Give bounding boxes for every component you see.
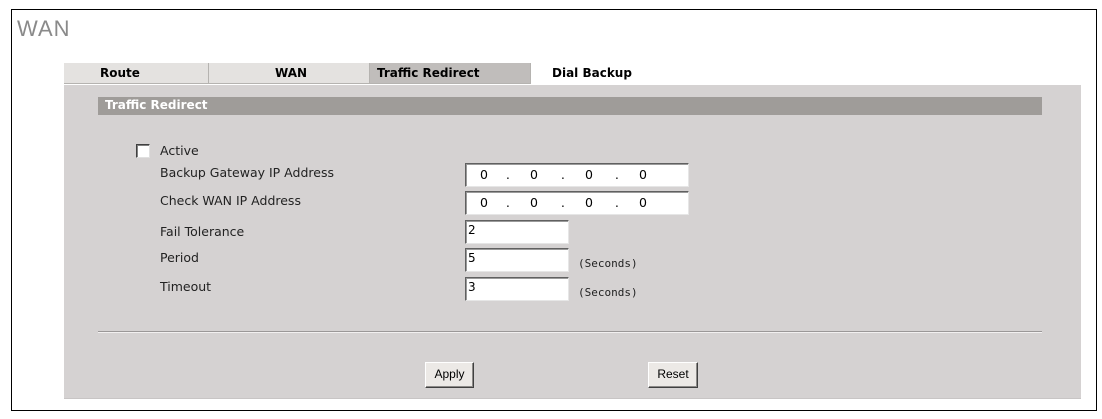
timeout-unit: (Seconds) <box>578 286 638 299</box>
period-unit: (Seconds) <box>578 257 638 270</box>
section-title: Traffic Redirect <box>105 98 208 112</box>
tab-dial-backup[interactable]: Dial Backup <box>531 63 693 84</box>
ip-octet-field[interactable]: 0 <box>579 167 599 182</box>
figure-caption-strip <box>0 0 1102 8</box>
content-panel: Traffic Redirect Active Backup Gateway I… <box>64 85 1081 399</box>
tab-wan[interactable]: WAN <box>209 63 370 84</box>
ip-octet-field[interactable]: 0 <box>579 195 599 210</box>
fail-tolerance-input[interactable]: 2 <box>465 220 569 244</box>
ip-octet-field[interactable]: 0 <box>474 167 494 182</box>
tab-label: Dial Backup <box>552 66 632 80</box>
tab-label: Route <box>100 66 140 80</box>
check-wan-ip-input[interactable]: 0 . 0 . 0 . 0 <box>465 191 689 215</box>
backup-gateway-ip-input[interactable]: 0 . 0 . 0 . 0 <box>465 163 689 187</box>
page-title: WAN <box>17 16 71 41</box>
tab-traffic-redirect[interactable]: Traffic Redirect <box>370 63 531 84</box>
ip-separator: . <box>561 168 565 182</box>
active-label: Active <box>160 143 199 158</box>
ip-separator: . <box>506 196 510 210</box>
timeout-label: Timeout <box>160 279 212 294</box>
apply-button[interactable]: Apply <box>425 362 474 388</box>
tab-route[interactable]: Route <box>64 63 209 84</box>
ip-octet-field[interactable]: 0 <box>524 167 544 182</box>
ip-separator: . <box>615 196 619 210</box>
section-divider <box>98 331 1042 333</box>
ip-octet-field[interactable]: 0 <box>633 167 653 182</box>
backup-gateway-label: Backup Gateway IP Address <box>160 165 334 180</box>
reset-button[interactable]: Reset <box>648 362 698 388</box>
ip-separator: . <box>561 196 565 210</box>
ip-separator: . <box>506 168 510 182</box>
check-wan-label: Check WAN IP Address <box>160 193 301 208</box>
section-header: Traffic Redirect <box>98 97 1042 115</box>
timeout-input[interactable]: 3 <box>465 277 569 301</box>
active-checkbox[interactable] <box>136 144 150 158</box>
ip-octet-field[interactable]: 0 <box>633 195 653 210</box>
ip-octet-field[interactable]: 0 <box>524 195 544 210</box>
ip-octet-field[interactable]: 0 <box>474 195 494 210</box>
tab-label: WAN <box>275 66 308 80</box>
ip-separator: . <box>615 168 619 182</box>
tab-label: Traffic Redirect <box>377 66 480 80</box>
fail-tolerance-label: Fail Tolerance <box>160 224 245 239</box>
period-input[interactable]: 5 <box>465 248 569 272</box>
period-label: Period <box>160 250 199 265</box>
